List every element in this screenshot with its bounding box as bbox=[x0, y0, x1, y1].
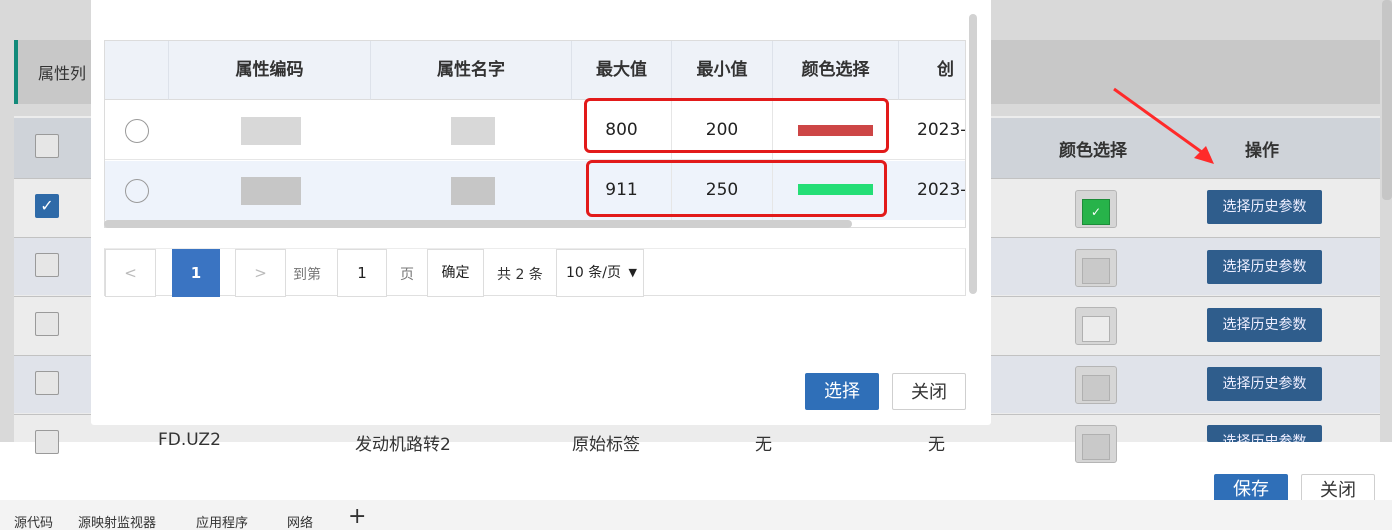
header-select bbox=[105, 41, 169, 100]
add-tab-icon[interactable]: + bbox=[348, 506, 366, 528]
swatch-fill bbox=[1082, 434, 1110, 460]
highlight-box bbox=[586, 160, 887, 217]
history-params-button[interactable]: 选择历史参数 bbox=[1207, 367, 1322, 401]
row-checkbox[interactable] bbox=[35, 371, 59, 395]
header-attr-code: 属性编码 bbox=[169, 41, 371, 100]
total-count: 共 2 条 bbox=[497, 267, 543, 283]
page-size-value: 10 条/页 bbox=[566, 265, 621, 281]
cell-created: 2023-( bbox=[899, 161, 965, 220]
color-picker[interactable] bbox=[1075, 366, 1117, 404]
row-checkbox[interactable] bbox=[35, 312, 59, 336]
page-unit-label: 页 bbox=[400, 267, 414, 283]
row-value: 无 bbox=[928, 435, 945, 455]
dialog-scrollbar[interactable] bbox=[969, 14, 977, 294]
header-action: 操作 bbox=[1245, 141, 1279, 161]
color-picker[interactable]: ✓ bbox=[1075, 190, 1117, 228]
page-1-button[interactable]: 1 bbox=[172, 249, 220, 297]
history-params-button[interactable]: 选择历史参数 bbox=[1207, 190, 1322, 224]
page-scrollbar[interactable] bbox=[1382, 0, 1392, 200]
swatch-fill bbox=[1082, 375, 1110, 401]
check-icon: ✓ bbox=[1082, 199, 1110, 225]
blurred-name bbox=[451, 177, 495, 205]
header-attr-name: 属性名字 bbox=[371, 41, 572, 100]
pagination: < 1 > 到第 1 页 确定 共 2 条 10 条/页 ▼ bbox=[104, 248, 966, 297]
color-picker[interactable] bbox=[1075, 307, 1117, 345]
row-radio[interactable] bbox=[125, 119, 149, 143]
row-checkbox[interactable] bbox=[35, 253, 59, 277]
table-horizontal-scrollbar[interactable] bbox=[104, 220, 852, 228]
highlight-box bbox=[584, 98, 889, 153]
next-page-button[interactable]: > bbox=[235, 249, 286, 297]
goto-label: 到第 bbox=[293, 267, 321, 283]
select-all-checkbox[interactable] bbox=[35, 134, 59, 158]
red-arrow-icon bbox=[1113, 87, 1214, 164]
dialog-close-button[interactable]: 关闭 bbox=[892, 373, 966, 410]
tab-sources[interactable]: 源代码 bbox=[14, 512, 53, 531]
blurred-code bbox=[241, 177, 301, 205]
header-color: 颜色选择 bbox=[773, 41, 899, 100]
chevron-down-icon: ▼ bbox=[628, 266, 637, 279]
tab-application[interactable]: 应用程序 bbox=[196, 512, 248, 531]
goto-confirm-button[interactable]: 确定 bbox=[427, 249, 484, 297]
goto-page-input[interactable]: 1 bbox=[337, 249, 387, 297]
blurred-name bbox=[451, 117, 495, 145]
cell-created: 2023-( bbox=[899, 101, 965, 160]
page-size-select[interactable]: 10 条/页 ▼ bbox=[556, 249, 644, 297]
header-max: 最大值 bbox=[572, 41, 672, 100]
row-code: FD.UZ2 bbox=[158, 430, 221, 450]
row-radio[interactable] bbox=[125, 179, 149, 203]
history-params-button[interactable]: 选择历史参数 bbox=[1207, 308, 1322, 342]
prev-page-button[interactable]: < bbox=[105, 249, 156, 297]
swatch-fill bbox=[1082, 258, 1110, 284]
history-params-button[interactable]: 选择历史参数 bbox=[1207, 250, 1322, 284]
blurred-code bbox=[241, 117, 301, 145]
tab-network[interactable]: 网络 bbox=[287, 512, 313, 531]
history-params-button[interactable]: 选择历史参数 bbox=[1207, 425, 1322, 442]
row-value: 无 bbox=[755, 435, 772, 455]
row-type: 原始标签 bbox=[572, 435, 640, 455]
row-checkbox[interactable] bbox=[35, 430, 59, 454]
color-picker[interactable] bbox=[1075, 425, 1117, 463]
row-name: 发动机路转2 bbox=[355, 435, 451, 455]
header-created: 创 bbox=[899, 41, 965, 100]
tab-sourcemap-monitor[interactable]: 源映射监视器 bbox=[78, 512, 156, 531]
select-button[interactable]: 选择 bbox=[805, 373, 879, 410]
header-min: 最小值 bbox=[672, 41, 773, 100]
attribute-list-title: 属性列 bbox=[38, 64, 87, 83]
swatch-fill bbox=[1082, 316, 1110, 342]
color-picker[interactable] bbox=[1075, 249, 1117, 287]
row-checkbox-checked[interactable]: ✓ bbox=[35, 194, 59, 218]
